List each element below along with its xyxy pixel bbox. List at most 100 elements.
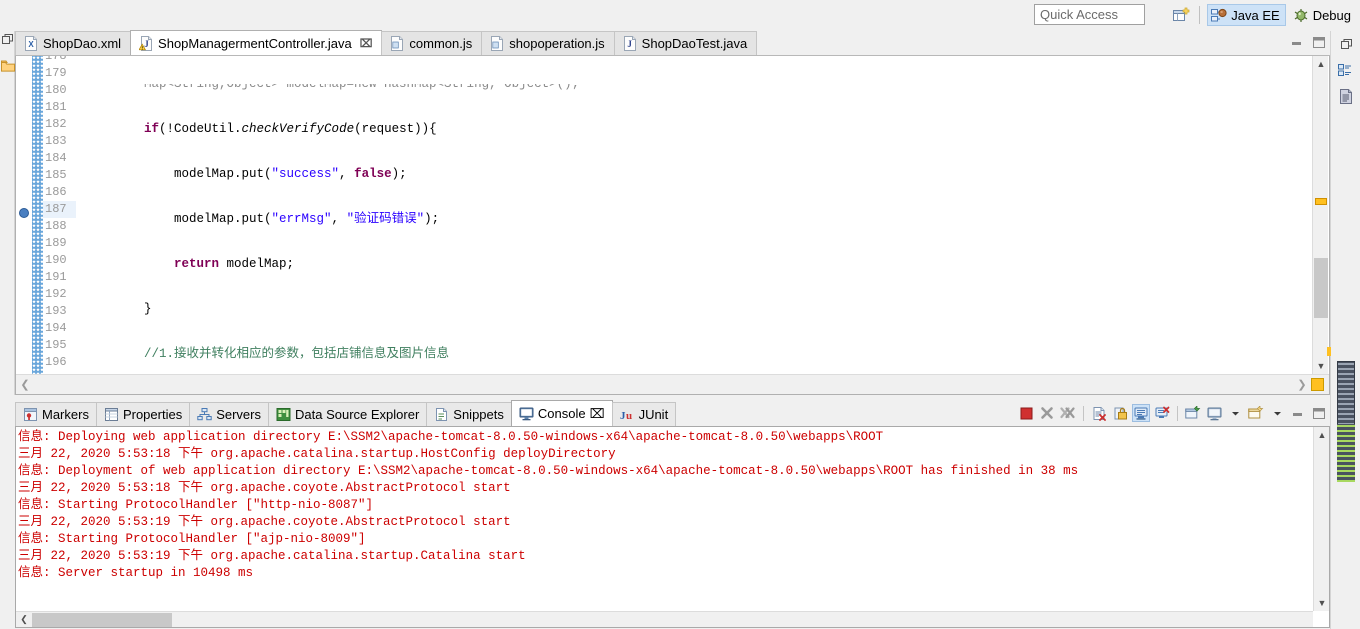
servers-overview-ruler[interactable] xyxy=(1337,361,1355,482)
scroll-left-arrow-icon[interactable]: ❮ xyxy=(16,614,32,625)
editor-tab-label: common.js xyxy=(409,36,473,51)
perspective-debug[interactable]: Debug xyxy=(1290,4,1356,26)
tab-properties[interactable]: Properties xyxy=(95,402,191,426)
code-line: modelMap.put("errMsg", "验证码错误"); xyxy=(84,212,440,226)
editor-minimize-button[interactable] xyxy=(1290,35,1304,49)
console-view[interactable]: 信息: Deploying web application directory … xyxy=(15,426,1330,628)
minimize-icon xyxy=(1292,42,1301,45)
java-ee-perspective-icon xyxy=(1211,8,1227,21)
line-number: 190 xyxy=(45,253,67,267)
scrollbar-thumb[interactable] xyxy=(1314,258,1328,318)
line-number: 188 xyxy=(45,219,67,233)
maximize-icon xyxy=(1313,407,1325,419)
project-explorer-button[interactable] xyxy=(0,57,15,73)
tab-servers[interactable]: Servers xyxy=(189,402,269,426)
display-selected-console-dropdown[interactable] xyxy=(1226,404,1244,422)
warning-overview-marker[interactable] xyxy=(1315,198,1327,205)
editor-tab-common-js[interactable]: common.js xyxy=(381,31,483,55)
breakpoint-marker xyxy=(19,208,29,218)
remove-launch-button[interactable] xyxy=(1038,404,1056,422)
editor-tab-shopdaotest-java[interactable]: J ShopDaoTest.java xyxy=(613,31,758,55)
editor-tab-close-icon[interactable]: ⌧ xyxy=(360,37,373,50)
scroll-down-arrow-icon[interactable]: ▼ xyxy=(1313,358,1329,374)
display-console-icon xyxy=(1207,407,1221,420)
java-file-icon: J xyxy=(623,36,637,51)
show-console-icon xyxy=(1134,407,1147,420)
scroll-down-arrow-icon[interactable]: ▼ xyxy=(1314,595,1329,611)
editor-vertical-scrollbar[interactable]: ▲ ▼ xyxy=(1312,56,1328,374)
tab-console[interactable]: Console ⌧ xyxy=(510,400,613,426)
java-source-editor[interactable]: 178 179 180 181 182 183 184 185 186 187 … xyxy=(15,56,1330,395)
code-line: modelMap.put("success", false); xyxy=(84,167,407,181)
left-fast-view-bar xyxy=(0,31,15,395)
editor-window-controls xyxy=(1290,35,1326,49)
scroll-lock-button[interactable] xyxy=(1111,404,1129,422)
tab-markers[interactable]: Markers xyxy=(15,402,97,426)
left-restore-button[interactable] xyxy=(0,31,15,47)
scroll-up-arrow-icon[interactable]: ▲ xyxy=(1313,56,1329,72)
scrollbar-thumb[interactable] xyxy=(32,612,172,627)
editor-tab-label: ShopDao.xml xyxy=(43,36,122,51)
open-perspective-button[interactable] xyxy=(1170,5,1192,26)
svg-text:X: X xyxy=(28,40,34,49)
pin-console-button[interactable] xyxy=(1184,404,1202,422)
perspective-java-ee[interactable]: Java EE xyxy=(1207,4,1286,26)
right-fast-view-bar xyxy=(1330,31,1360,629)
terminate-button[interactable] xyxy=(1017,404,1035,422)
editor-folding-strip[interactable] xyxy=(32,56,43,374)
open-console-button[interactable] xyxy=(1247,404,1265,422)
console-maximize-button[interactable] xyxy=(1310,404,1328,422)
tab-snippets[interactable]: Snippets xyxy=(426,402,512,426)
console-minimize-button[interactable] xyxy=(1289,404,1307,422)
line-number: 194 xyxy=(45,321,67,335)
scroll-up-arrow-icon[interactable]: ▲ xyxy=(1314,427,1329,443)
outline-view-button[interactable] xyxy=(1331,57,1360,83)
open-console-dropdown[interactable] xyxy=(1268,404,1286,422)
scroll-left-arrow-icon[interactable]: ❮ xyxy=(16,378,34,391)
right-restore-button[interactable] xyxy=(1331,31,1360,57)
tab-junit[interactable]: J u JUnit xyxy=(611,402,677,426)
maximize-icon xyxy=(1313,36,1325,48)
clear-console-button[interactable] xyxy=(1090,404,1108,422)
new-perspective-icon xyxy=(1172,7,1190,21)
quick-access-input[interactable]: Quick Access xyxy=(1034,4,1145,25)
editor-horizontal-scrollbar[interactable]: ❮ ❯ xyxy=(16,374,1329,394)
stop-red-square-icon xyxy=(1020,407,1032,419)
console-icon xyxy=(519,406,534,421)
xml-file-icon: X xyxy=(24,36,38,51)
clear-console-icon xyxy=(1093,406,1106,421)
show-console-error-icon xyxy=(1155,406,1169,418)
console-tab-close-icon[interactable]: ⌧ xyxy=(590,406,605,422)
code-line: return modelMap; xyxy=(174,257,295,271)
svg-text:u: u xyxy=(626,410,632,422)
editor-tab-shopmanagermentcontroller-java[interactable]: J ShopManagermentController.java ⌧ xyxy=(130,30,383,55)
project-explorer-folder-icon xyxy=(0,60,15,72)
show-console-on-output-button[interactable] xyxy=(1132,404,1150,422)
tab-data-source-explorer[interactable]: Data Source Explorer xyxy=(268,402,428,426)
minimize-icon xyxy=(1293,413,1302,416)
editor-maximize-button[interactable] xyxy=(1312,35,1326,49)
line-number: 178 xyxy=(45,56,67,63)
editor-marker-bar[interactable] xyxy=(16,56,32,374)
line-number: 191 xyxy=(45,270,67,284)
console-line: 信息: Starting ProtocolHandler ["http-nio-… xyxy=(18,498,374,512)
line-number: 183 xyxy=(45,134,67,148)
code-line: Map<String,Object> modelMap=new HashMap<… xyxy=(84,84,580,91)
editor-line-numbers: 178 179 180 181 182 183 184 185 186 187 … xyxy=(43,56,76,380)
svg-text:J: J xyxy=(627,39,632,49)
perspective-switcher: Java EE Debug xyxy=(1170,3,1356,27)
display-selected-console-button[interactable] xyxy=(1205,404,1223,422)
remove-all-terminated-button[interactable] xyxy=(1059,404,1077,422)
tab-label: Data Source Explorer xyxy=(295,407,420,422)
scroll-right-arrow-icon[interactable]: ❯ xyxy=(1293,378,1311,391)
toolbar-separator xyxy=(1177,405,1178,421)
task-list-button[interactable] xyxy=(1331,83,1360,109)
console-horizontal-scrollbar[interactable]: ❮ xyxy=(16,611,1313,627)
console-line: 信息: Deployment of web application direct… xyxy=(18,464,1079,478)
editor-code-lines[interactable]: Map<String,Object> modelMap=new HashMap<… xyxy=(76,56,1311,374)
show-console-on-error-button[interactable] xyxy=(1153,404,1171,422)
editor-tab-shopdao-xml[interactable]: X ShopDao.xml xyxy=(15,31,132,55)
editor-tab-shopoperation-js[interactable]: shopoperation.js xyxy=(481,31,615,55)
tab-label: Servers xyxy=(216,407,261,422)
console-vertical-scrollbar[interactable]: ▲ ▼ xyxy=(1313,427,1329,611)
